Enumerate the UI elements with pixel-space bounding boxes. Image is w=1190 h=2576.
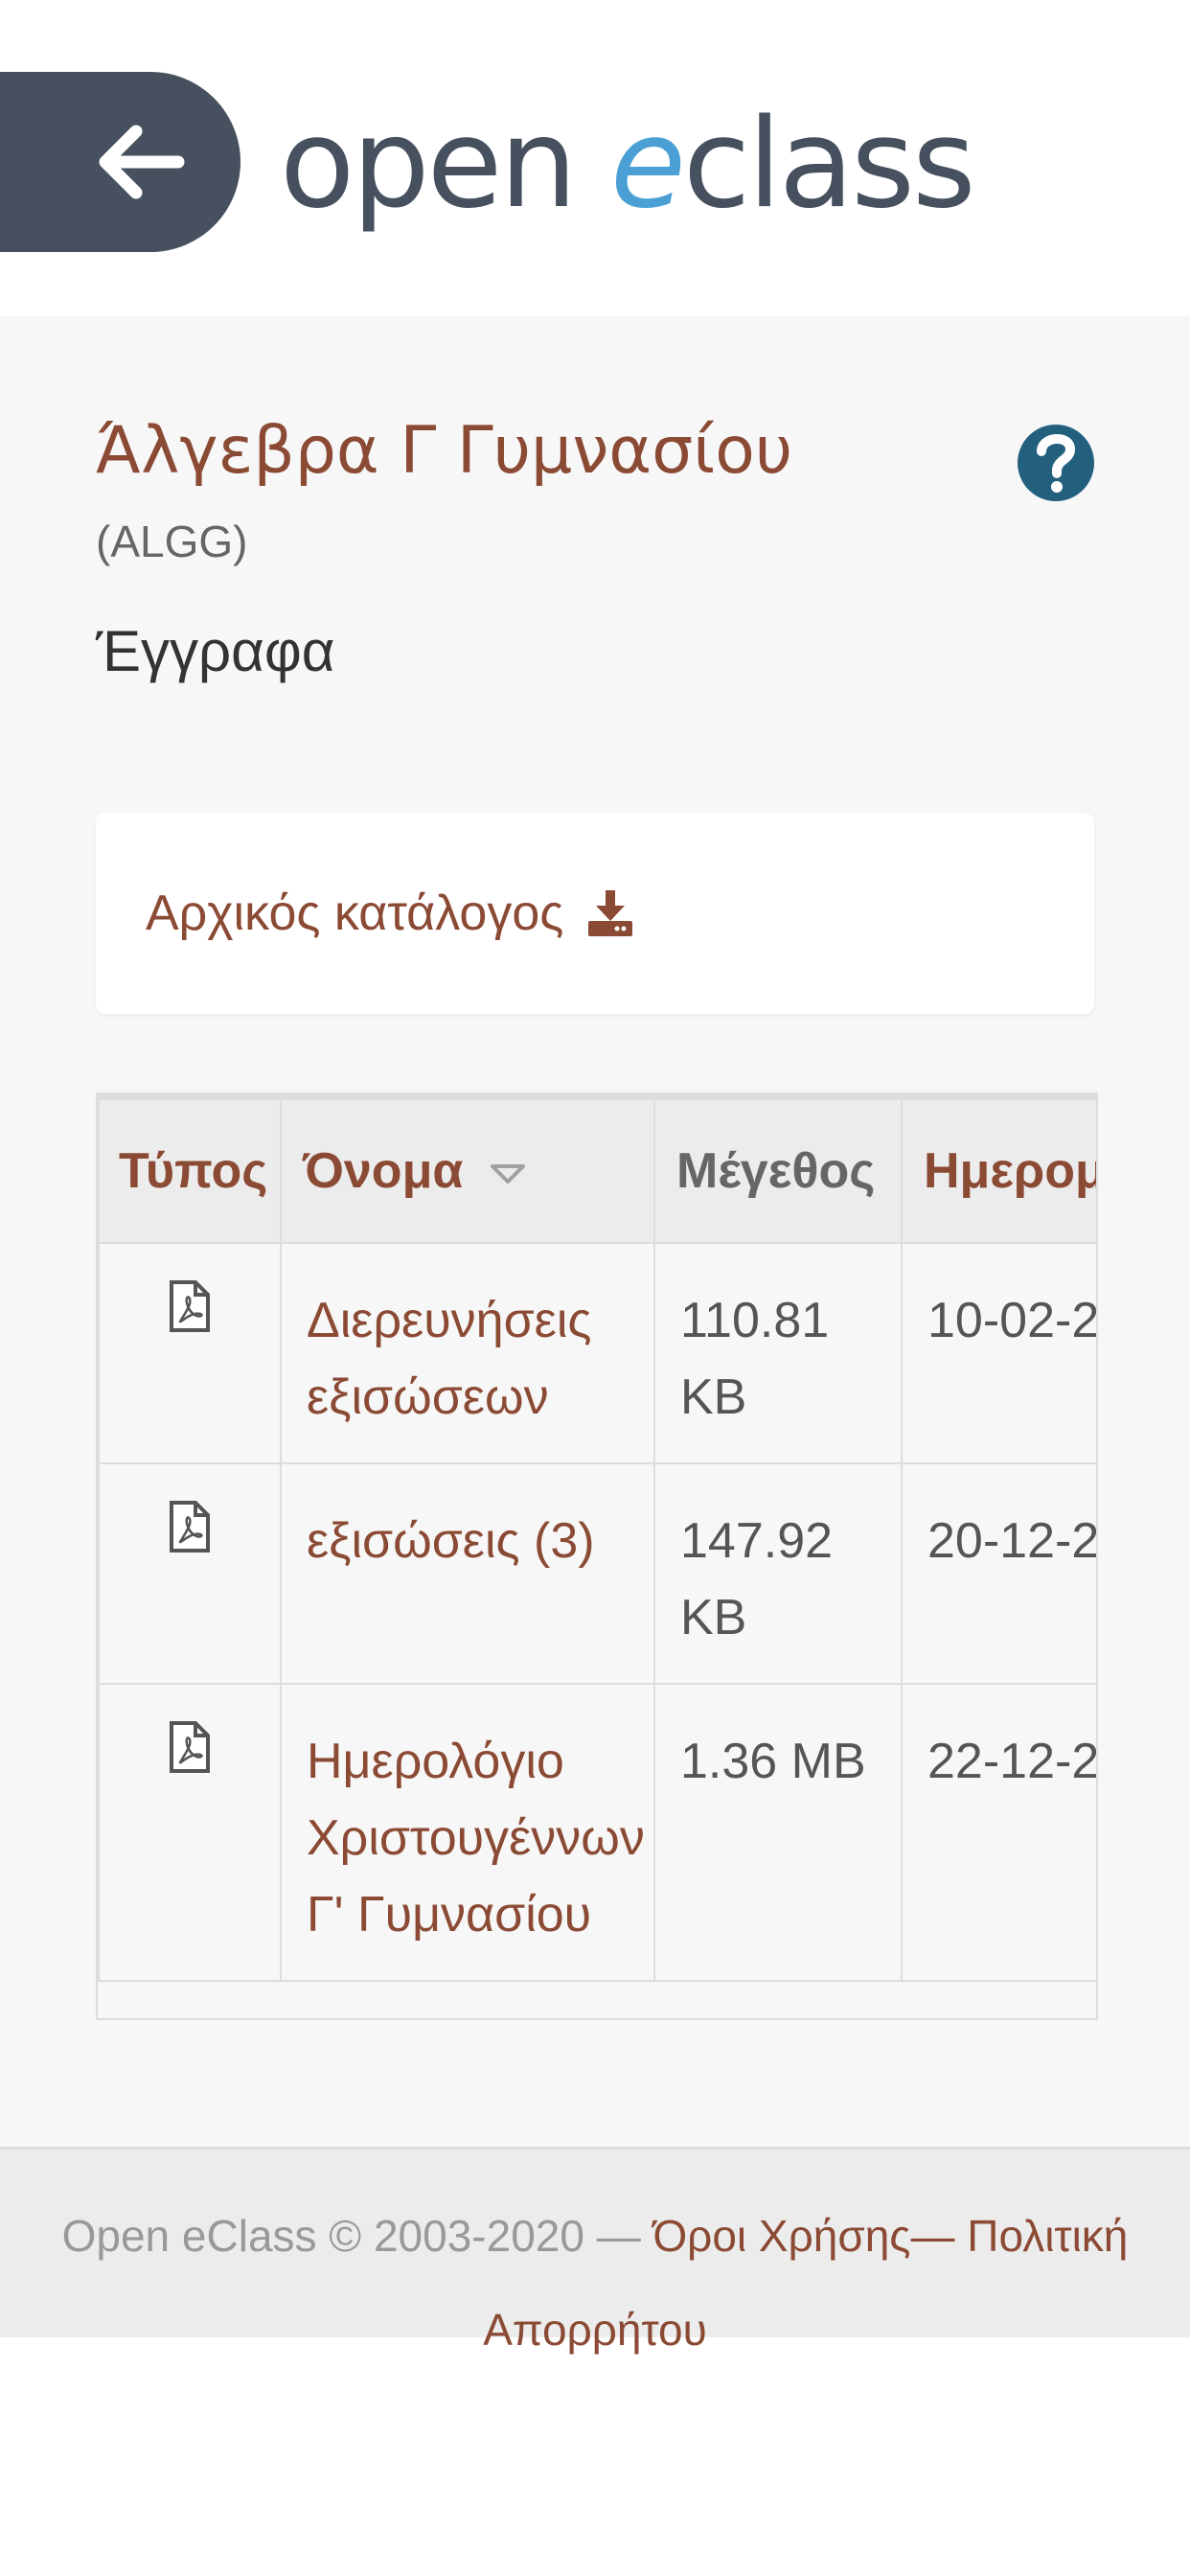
name-cell: εξισώσεις (3) — [280, 1462, 655, 1685]
terms-link[interactable]: Όροι Χρήσης — [653, 2211, 911, 2261]
download-icon[interactable] — [588, 890, 633, 936]
open-eclass-logo[interactable]: open eclass — [280, 88, 976, 242]
course-title: Άλγεβρα Γ Γυμνασίου — [96, 413, 793, 489]
table-row: εξισώσεις (3) 147.92 KB 20-12-20 — [98, 1462, 1096, 1685]
footer-separator: — — [910, 2211, 955, 2261]
date-cell: 10-02-20 — [901, 1242, 1096, 1464]
pdf-file-icon — [170, 1280, 210, 1332]
header: open eclass — [0, 0, 1190, 316]
course-code: (ALGG) — [96, 517, 248, 566]
footer-line: Open eClass © 2003-2020 — Όροι Χρήσης— Π… — [0, 2207, 1190, 2265]
date-cell: 20-12-20 — [901, 1462, 1096, 1685]
arrow-left-icon — [99, 125, 184, 199]
pdf-file-icon — [170, 1501, 210, 1552]
table-row: Ημερολόγιο Χριστουγέννων Γ' Γυμνασίου 1.… — [98, 1683, 1096, 1982]
privacy-link-part2[interactable]: Απορρήτου — [483, 2305, 707, 2355]
column-header-name[interactable]: Όνομα — [280, 1098, 655, 1244]
main-content: Άλγεβρα Γ Γυμνασίου (ALGG) Έγγραφα Αρχικ… — [0, 316, 1190, 2147]
sort-down-icon — [490, 1164, 525, 1184]
privacy-link-part1[interactable]: Πολιτική — [967, 2211, 1128, 2261]
type-cell — [98, 1683, 282, 1982]
column-header-size: Μέγεθος — [653, 1098, 903, 1244]
table-header-row: Τύπος Όνομα Μέγεθος Ημερομηνία — [98, 1098, 1096, 1244]
size-cell: 110.81 KB — [653, 1242, 903, 1464]
document-link[interactable]: εξισώσεις (3) — [307, 1513, 595, 1569]
documents-table: Τύπος Όνομα Μέγεθος Ημερομηνία — [98, 1098, 1096, 1982]
table-row: Διερευνήσεις εξισώσεων 110.81 KB 10-02-2… — [98, 1242, 1096, 1464]
size-cell: 147.92 KB — [653, 1462, 903, 1685]
catalog-panel: Αρχικός κατάλογος — [96, 813, 1094, 1014]
footer-copyright: Open eClass © 2003-2020 — — [61, 2211, 641, 2261]
column-header-type[interactable]: Τύπος — [98, 1098, 282, 1244]
help-button[interactable] — [1017, 415, 1095, 511]
name-cell: Ημερολόγιο Χριστουγέννων Γ' Γυμνασίου — [280, 1683, 655, 1982]
footer: Open eClass © 2003-2020 — Όροι Χρήσης— Π… — [0, 2147, 1190, 2355]
column-header-name-label: Όνομα — [303, 1143, 464, 1199]
footer-line-2: Απορρήτου — [0, 2301, 1190, 2358]
document-link[interactable]: Ημερολόγιο Χριστουγέννων Γ' Γυμνασίου — [307, 1734, 645, 1943]
type-cell — [98, 1462, 282, 1685]
root-catalog-label: Αρχικός κατάλογος — [146, 886, 564, 941]
column-header-date[interactable]: Ημερομηνία — [901, 1098, 1096, 1244]
pdf-file-icon — [170, 1721, 210, 1773]
section-title: Έγγραφα — [96, 619, 335, 683]
type-cell — [98, 1242, 282, 1464]
date-cell: 22-12-20 — [901, 1683, 1096, 1982]
documents-table-container[interactable]: Τύπος Όνομα Μέγεθος Ημερομηνία — [96, 1092, 1098, 2020]
back-button[interactable] — [0, 72, 240, 252]
document-link[interactable]: Διερευνήσεις εξισώσεων — [307, 1293, 591, 1425]
name-cell: Διερευνήσεις εξισώσεων — [280, 1242, 655, 1464]
size-cell: 1.36 MB — [653, 1683, 903, 1982]
question-circle-icon — [1018, 425, 1094, 501]
root-catalog-link[interactable]: Αρχικός κατάλογος — [146, 813, 633, 1014]
